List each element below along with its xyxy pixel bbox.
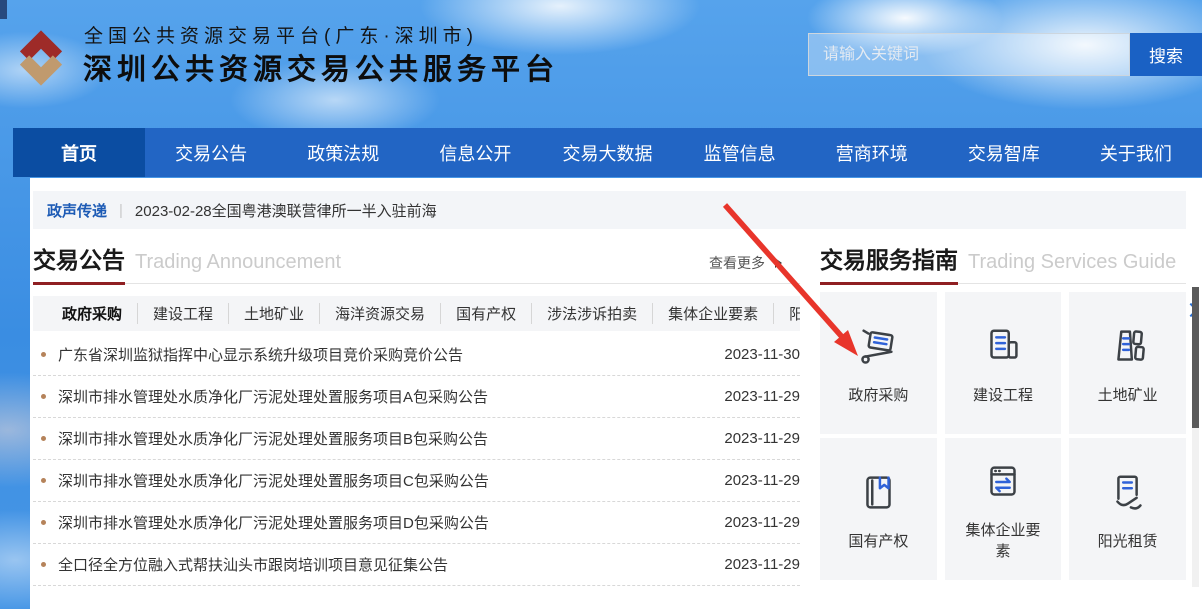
land-mining-icon — [1105, 321, 1151, 373]
search-button[interactable]: 搜索 — [1130, 33, 1202, 76]
bullet-icon — [41, 352, 46, 357]
announcement-title: 深圳市排水管理处水质净化厂污泥处理处置服务项目A包采购公告 — [58, 386, 712, 407]
service-card-government-procurement[interactable]: 政府采购 — [820, 292, 937, 434]
content-panel: 政声传递 | 2023-02-28全国粤港澳联营律所一半入驻前海 交易公告 Tr… — [30, 178, 1202, 609]
service-card-label: 集体企业要素 — [961, 520, 1046, 562]
announcements-title: 交易公告 — [33, 241, 125, 283]
service-card-label: 国有产权 — [848, 531, 908, 552]
announcement-title: 深圳市排水管理处水质净化厂污泥处理处置服务项目C包采购公告 — [58, 470, 712, 491]
announcement-date: 2023-11-30 — [724, 346, 800, 363]
services-header: 交易服务指南 Trading Services Guide — [820, 244, 1186, 284]
nav-item-policies[interactable]: 政策法规 — [277, 128, 409, 177]
announcement-row[interactable]: 深圳市排水管理处水质净化厂污泥处理处置服务项目D包采购公告 2023-11-29 — [33, 502, 800, 544]
nav-item-think-tank[interactable]: 交易智库 — [938, 128, 1070, 177]
announcement-date: 2023-11-29 — [724, 472, 800, 489]
announcement-title: 广东省深圳监狱指挥中心显示系统升级项目竞价采购竞价公告 — [58, 344, 712, 365]
announcement-tabs: 政府采购 建设工程 土地矿业 海洋资源交易 国有产权 涉法涉诉拍卖 集体企业要素… — [33, 296, 800, 331]
nav-item-business-environment[interactable]: 营商环境 — [806, 128, 938, 177]
bullet-icon — [41, 478, 46, 483]
bullet-icon — [41, 394, 46, 399]
announcements-subtitle: Trading Announcement — [135, 251, 341, 283]
procurement-cart-icon — [855, 321, 901, 373]
nav-item-home[interactable]: 首页 — [13, 128, 145, 177]
nav-item-big-data[interactable]: 交易大数据 — [541, 128, 673, 177]
news-ticker: 政声传递 | 2023-02-28全国粤港澳联营律所一半入驻前海 — [33, 191, 1186, 229]
nav-item-trade-announcements[interactable]: 交易公告 — [145, 128, 277, 177]
bullet-icon — [41, 436, 46, 441]
announcements-header: 交易公告 Trading Announcement 查看更多 — [33, 244, 800, 284]
announcement-row[interactable]: 全口径全方位融入式帮扶汕头市跟岗培训项目意见征集公告 2023-11-29 — [33, 544, 800, 586]
nav-item-supervision[interactable]: 监管信息 — [674, 128, 806, 177]
tab-judicial-auction[interactable]: 涉法涉诉拍卖 — [531, 303, 652, 324]
service-card-label: 政府采购 — [848, 385, 908, 406]
service-card-sunshine-leasing[interactable]: 阳光租赁 — [1069, 438, 1186, 580]
tab-sunshine-leasing[interactable]: 阳光租赁 — [773, 303, 800, 324]
service-card-label: 建设工程 — [973, 385, 1033, 406]
view-more-label: 查看更多 — [709, 253, 765, 273]
collective-enterprise-exchange-icon — [980, 456, 1026, 508]
sunshine-leasing-doc-hand-icon — [1105, 467, 1151, 519]
announcement-row[interactable]: 广东省深圳监狱指挥中心显示系统升级项目竞价采购竞价公告 2023-11-30 — [33, 334, 800, 376]
tab-government-procurement[interactable]: 政府采购 — [47, 303, 137, 324]
nav-item-information-disclosure[interactable]: 信息公开 — [409, 128, 541, 177]
site-logo-icon — [12, 26, 70, 95]
service-card-label: 阳光租赁 — [1098, 531, 1158, 552]
announcement-title: 深圳市排水管理处水质净化厂污泥处理处置服务项目B包采购公告 — [58, 428, 712, 449]
ticker-separator: | — [119, 202, 123, 219]
site-title-line2: 深圳公共资源交易公共服务平台 — [83, 46, 559, 88]
service-card-label: 土地矿业 — [1098, 385, 1158, 406]
bullet-icon — [41, 520, 46, 525]
tab-land-mining[interactable]: 土地矿业 — [228, 303, 319, 324]
announcement-row[interactable]: 深圳市排水管理处水质净化厂污泥处理处置服务项目A包采购公告 2023-11-29 — [33, 376, 800, 418]
service-card-construction[interactable]: 建设工程 — [945, 292, 1062, 434]
tab-state-property[interactable]: 国有产权 — [440, 303, 531, 324]
state-property-book-icon — [855, 467, 901, 519]
announcement-date: 2023-11-29 — [724, 430, 800, 447]
site-title-line1: 全国公共资源交易平台(广东·深圳市) — [84, 21, 478, 48]
main-nav: 首页 交易公告 政策法规 信息公开 交易大数据 监管信息 营商环境 交易智库 关… — [13, 128, 1202, 177]
scrollbar-thumb[interactable] — [1192, 287, 1199, 428]
ticker-headline-link[interactable]: 2023-02-28全国粤港澳联营律所一半入驻前海 — [135, 200, 437, 221]
services-title: 交易服务指南 — [820, 241, 958, 283]
view-more-link[interactable]: 查看更多 — [709, 253, 800, 283]
construction-building-icon — [980, 321, 1026, 373]
nav-item-about-us[interactable]: 关于我们 — [1070, 128, 1202, 177]
page: 全国公共资源交易平台(广东·深圳市) 深圳公共资源交易公共服务平台 搜索 首页 … — [0, 0, 1202, 609]
announcement-date: 2023-11-29 — [724, 556, 800, 573]
services-subtitle: Trading Services Guide — [968, 251, 1176, 283]
service-card-land-mining[interactable]: 土地矿业 — [1069, 292, 1186, 434]
announcement-title: 全口径全方位融入式帮扶汕头市跟岗培训项目意见征集公告 — [58, 554, 712, 575]
search-input[interactable] — [808, 33, 1130, 76]
ticker-category-link[interactable]: 政声传递 — [47, 200, 107, 221]
view-more-arrow-icon — [775, 258, 782, 268]
service-card-collective-enterprise[interactable]: 集体企业要素 — [945, 438, 1062, 580]
bullet-icon — [41, 562, 46, 567]
services-grid: 政府采购 建设工程 — [820, 292, 1186, 580]
announcement-date: 2023-11-29 — [724, 388, 800, 405]
announcement-row[interactable]: 深圳市排水管理处水质净化厂污泥处理处置服务项目C包采购公告 2023-11-29 — [33, 460, 800, 502]
announcement-date: 2023-11-29 — [724, 514, 800, 531]
tab-collective-enterprise[interactable]: 集体企业要素 — [652, 303, 773, 324]
announcement-row[interactable]: 深圳市排水管理处水质净化厂污泥处理处置服务项目B包采购公告 2023-11-29 — [33, 418, 800, 460]
search-box: 搜索 — [808, 33, 1202, 76]
announcement-list: 广东省深圳监狱指挥中心显示系统升级项目竞价采购竞价公告 2023-11-30 深… — [33, 334, 800, 586]
announcement-title: 深圳市排水管理处水质净化厂污泥处理处置服务项目D包采购公告 — [58, 512, 712, 533]
corner-chip — [0, 0, 7, 19]
service-card-state-property[interactable]: 国有产权 — [820, 438, 937, 580]
tab-construction[interactable]: 建设工程 — [137, 303, 228, 324]
scrollbar-track[interactable] — [1192, 287, 1199, 587]
tab-marine-resources[interactable]: 海洋资源交易 — [319, 303, 440, 324]
